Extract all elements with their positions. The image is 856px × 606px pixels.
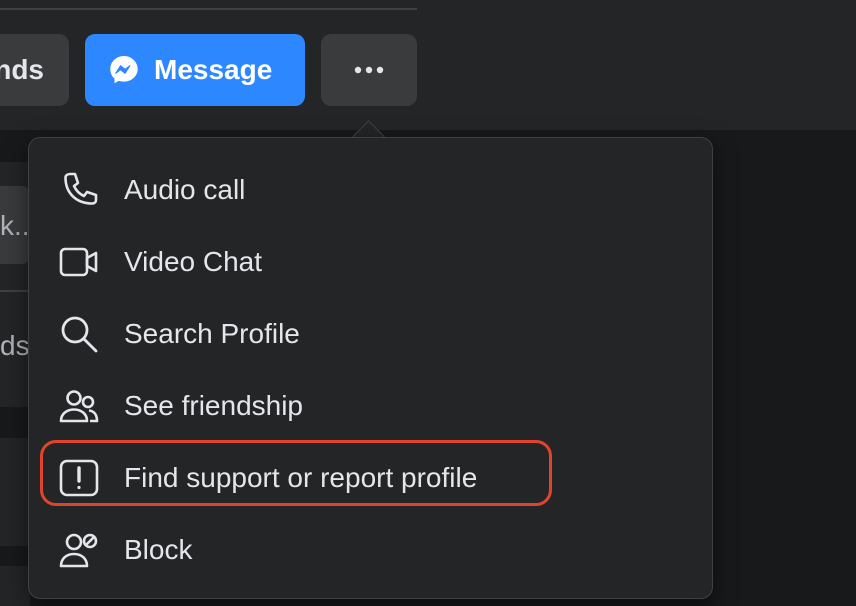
menu-item-audio-call[interactable]: Audio call	[29, 154, 712, 226]
menu-item-find-support-report[interactable]: Find support or report profile	[29, 442, 712, 514]
video-camera-icon	[59, 242, 99, 282]
friends-icon	[59, 386, 99, 426]
divider	[0, 8, 417, 10]
profile-header: nds Message	[0, 0, 856, 130]
block-user-icon	[59, 530, 99, 570]
menu-item-label: Find support or report profile	[124, 462, 478, 493]
background-card	[0, 438, 30, 546]
more-options-menu: Audio call Video Chat Search Profile See…	[28, 137, 713, 599]
background-card	[0, 566, 30, 606]
menu-item-label: Search Profile	[124, 318, 300, 349]
menu-item-label: Audio call	[124, 174, 246, 205]
menu-item-search-profile[interactable]: Search Profile	[29, 298, 712, 370]
message-button-label: Message	[154, 54, 273, 85]
friends-button[interactable]: nds	[0, 34, 69, 106]
menu-item-label: Block	[124, 534, 193, 565]
menu-item-block[interactable]: Block	[29, 514, 712, 586]
menu-item-video-chat[interactable]: Video Chat	[29, 226, 712, 298]
menu-item-see-friendship[interactable]: See friendship	[29, 370, 712, 442]
friends-button-label: nds	[0, 54, 44, 85]
phone-icon	[59, 170, 99, 210]
search-icon	[59, 314, 99, 354]
menu-item-label: Video Chat	[124, 246, 263, 277]
menu-item-label: See friendship	[124, 390, 304, 421]
report-icon	[59, 458, 99, 498]
divider	[0, 290, 30, 292]
background-text: ds	[0, 330, 30, 361]
more-options-button[interactable]	[321, 34, 417, 106]
more-dots-icon	[354, 66, 384, 74]
messenger-icon	[107, 53, 141, 87]
message-button[interactable]: Message	[85, 34, 305, 106]
